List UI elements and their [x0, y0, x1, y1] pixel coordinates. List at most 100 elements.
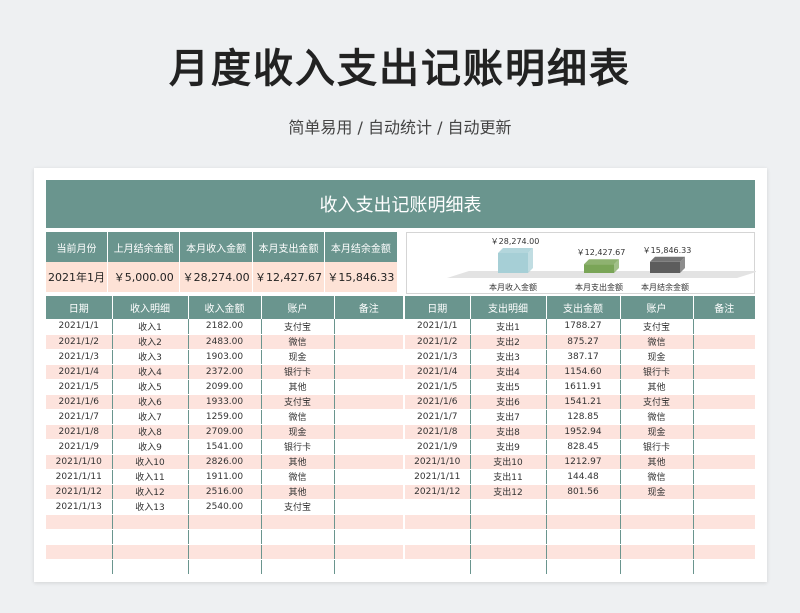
income-cell[interactable]: 2021/1/12 [46, 484, 113, 500]
income-cell[interactable]: 2021/1/1 [46, 319, 113, 335]
expense-cell[interactable]: 微信 [620, 469, 694, 485]
income-cell[interactable] [334, 379, 403, 395]
expense-cell[interactable] [620, 514, 694, 530]
income-cell[interactable]: 2021/1/8 [46, 424, 113, 440]
income-cell[interactable]: 2021/1/4 [46, 364, 113, 380]
income-cell[interactable] [334, 484, 403, 500]
expense-cell[interactable] [693, 544, 755, 560]
expense-cell[interactable] [405, 499, 471, 515]
expense-cell[interactable]: 2021/1/10 [405, 454, 471, 470]
income-cell[interactable] [188, 544, 262, 560]
income-cell[interactable]: 2540.00 [188, 499, 262, 515]
income-cell[interactable]: 2021/1/11 [46, 469, 113, 485]
income-cell[interactable]: 2372.00 [188, 364, 262, 380]
expense-cell[interactable]: 1212.97 [546, 454, 621, 470]
income-cell[interactable]: 收入4 [112, 364, 189, 380]
income-cell[interactable]: 1911.00 [188, 469, 262, 485]
expense-cell[interactable]: 支出4 [470, 364, 547, 380]
expense-cell[interactable] [546, 559, 621, 575]
expense-cell[interactable]: 支出6 [470, 394, 547, 410]
expense-cell[interactable]: 875.27 [546, 334, 621, 350]
income-cell[interactable] [261, 514, 335, 530]
expense-cell[interactable]: 2021/1/3 [405, 349, 471, 365]
income-cell[interactable] [334, 364, 403, 380]
expense-cell[interactable]: 1952.94 [546, 424, 621, 440]
expense-cell[interactable]: 2021/1/6 [405, 394, 471, 410]
income-cell[interactable]: 收入6 [112, 394, 189, 410]
summary-current-month[interactable]: 2021年1月 [46, 262, 108, 292]
expense-cell[interactable]: 2021/1/1 [405, 319, 471, 335]
income-cell[interactable] [112, 544, 189, 560]
income-cell[interactable]: 银行卡 [261, 364, 335, 380]
income-cell[interactable]: 2099.00 [188, 379, 262, 395]
income-cell[interactable]: 2709.00 [188, 424, 262, 440]
income-cell[interactable] [334, 424, 403, 440]
income-cell[interactable]: 收入7 [112, 409, 189, 425]
expense-cell[interactable] [693, 409, 755, 425]
income-cell[interactable] [334, 349, 403, 365]
expense-cell[interactable] [693, 484, 755, 500]
expense-cell[interactable]: 144.48 [546, 469, 621, 485]
expense-cell[interactable]: 现金 [620, 349, 694, 365]
income-cell[interactable]: 2182.00 [188, 319, 262, 335]
expense-cell[interactable] [470, 544, 547, 560]
income-cell[interactable] [188, 529, 262, 545]
expense-cell[interactable] [693, 424, 755, 440]
expense-cell[interactable] [693, 394, 755, 410]
summary-last-balance[interactable]: ￥5,000.00 [108, 262, 181, 292]
income-cell[interactable]: 收入12 [112, 484, 189, 500]
income-cell[interactable]: 1933.00 [188, 394, 262, 410]
income-cell[interactable] [261, 544, 335, 560]
income-cell[interactable] [334, 334, 403, 350]
expense-cell[interactable]: 其他 [620, 454, 694, 470]
income-cell[interactable] [334, 514, 403, 530]
income-cell[interactable] [112, 559, 189, 575]
expense-cell[interactable]: 支出8 [470, 424, 547, 440]
income-cell[interactable]: 2021/1/10 [46, 454, 113, 470]
income-cell[interactable]: 2021/1/3 [46, 349, 113, 365]
income-cell[interactable]: 收入10 [112, 454, 189, 470]
expense-cell[interactable] [620, 529, 694, 545]
expense-cell[interactable] [405, 544, 471, 560]
income-cell[interactable]: 支付宝 [261, 394, 335, 410]
expense-cell[interactable] [693, 319, 755, 335]
expense-cell[interactable]: 支出12 [470, 484, 547, 500]
income-cell[interactable] [46, 514, 113, 530]
expense-cell[interactable]: 现金 [620, 424, 694, 440]
expense-cell[interactable] [693, 439, 755, 455]
expense-cell[interactable]: 银行卡 [620, 439, 694, 455]
income-cell[interactable]: 收入8 [112, 424, 189, 440]
income-cell[interactable]: 2021/1/7 [46, 409, 113, 425]
expense-cell[interactable] [470, 529, 547, 545]
expense-cell[interactable]: 128.85 [546, 409, 621, 425]
expense-cell[interactable]: 支出10 [470, 454, 547, 470]
income-cell[interactable]: 其他 [261, 454, 335, 470]
expense-cell[interactable] [405, 514, 471, 530]
income-cell[interactable] [334, 559, 403, 575]
expense-cell[interactable] [693, 559, 755, 575]
expense-cell[interactable]: 1788.27 [546, 319, 621, 335]
income-cell[interactable]: 2021/1/13 [46, 499, 113, 515]
expense-cell[interactable] [693, 514, 755, 530]
income-cell[interactable] [261, 529, 335, 545]
income-cell[interactable]: 收入5 [112, 379, 189, 395]
expense-cell[interactable] [546, 529, 621, 545]
expense-cell[interactable] [470, 514, 547, 530]
income-cell[interactable] [334, 529, 403, 545]
income-cell[interactable]: 2826.00 [188, 454, 262, 470]
expense-cell[interactable]: 1541.21 [546, 394, 621, 410]
income-cell[interactable]: 其他 [261, 484, 335, 500]
expense-cell[interactable]: 2021/1/11 [405, 469, 471, 485]
expense-cell[interactable]: 支出5 [470, 379, 547, 395]
income-cell[interactable]: 现金 [261, 349, 335, 365]
expense-cell[interactable]: 1154.60 [546, 364, 621, 380]
expense-cell[interactable] [546, 514, 621, 530]
expense-cell[interactable]: 2021/1/9 [405, 439, 471, 455]
expense-cell[interactable]: 现金 [620, 484, 694, 500]
expense-cell[interactable] [693, 334, 755, 350]
income-cell[interactable]: 微信 [261, 469, 335, 485]
income-cell[interactable] [334, 499, 403, 515]
expense-cell[interactable]: 支出11 [470, 469, 547, 485]
income-cell[interactable]: 收入3 [112, 349, 189, 365]
income-cell[interactable]: 支付宝 [261, 319, 335, 335]
